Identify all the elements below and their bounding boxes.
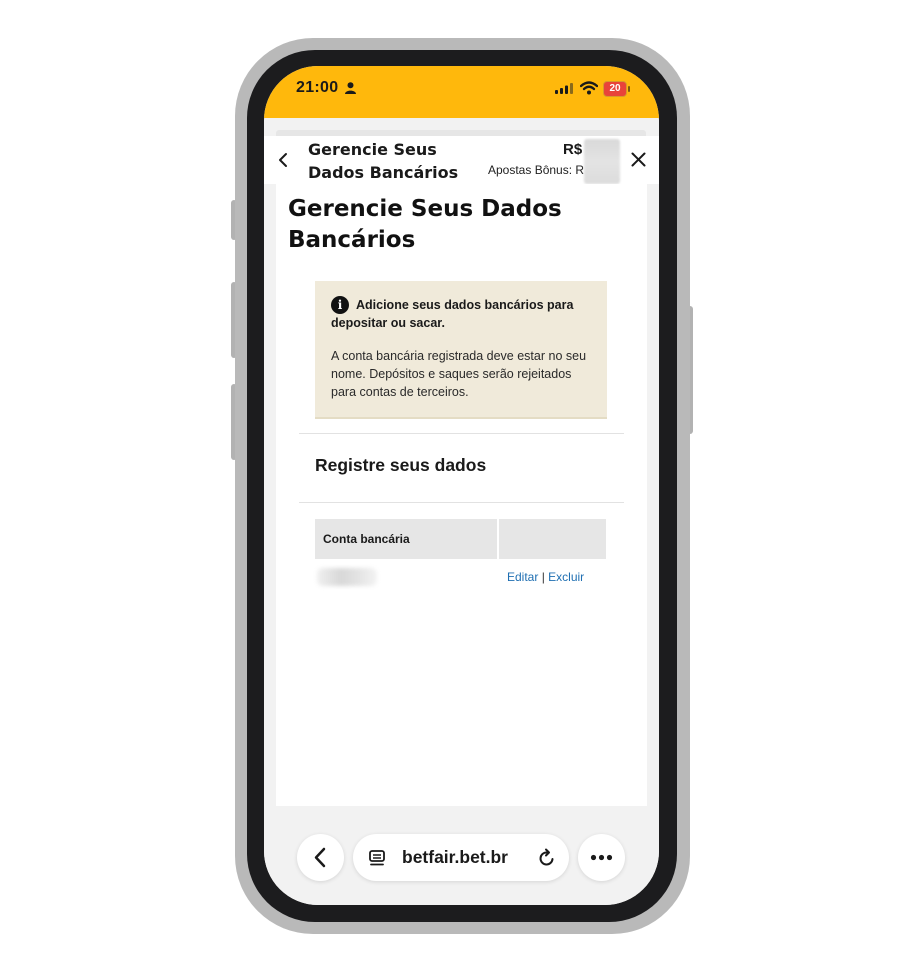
wifi-icon [580, 81, 598, 95]
page-title: Gerencie Seus Dados Bancários [288, 196, 562, 253]
table-row-actions: Editar | Excluir [507, 570, 584, 584]
delete-link[interactable]: Excluir [548, 570, 584, 584]
device-mockup: 21:00 20 Gerencie Seus Dados Bancários R… [0, 0, 924, 972]
info-notice: Adicione seus dados bancários para depos… [315, 281, 607, 419]
person-icon [345, 82, 356, 94]
battery-icon: 20 [603, 81, 630, 97]
web-header: Gerencie Seus Dados Bancários R$ Apostas… [264, 136, 659, 184]
chevron-left-icon[interactable] [278, 152, 288, 168]
divider [299, 433, 624, 434]
close-icon[interactable] [631, 152, 646, 167]
chevron-left-icon [314, 847, 326, 868]
column-header-actions [499, 519, 606, 559]
address-bar[interactable]: betfair.bet.br [353, 834, 569, 881]
header-title: Gerencie Seus Dados Bancários [308, 140, 459, 182]
balance-label: R$ [563, 141, 583, 158]
reader-mode-icon[interactable] [368, 849, 386, 867]
bank-account-table-header: Conta bancária [315, 519, 606, 559]
info-body: A conta bancária registrada deve estar n… [331, 349, 587, 399]
status-time: 21:00 [296, 79, 339, 96]
status-bar: 21:00 20 [264, 66, 659, 118]
edit-link[interactable]: Editar [507, 570, 538, 584]
bonus-label: Apostas Bônus: R [488, 163, 585, 177]
url-text[interactable]: betfair.bet.br [402, 847, 508, 868]
masked-balance [584, 139, 620, 184]
column-header-account: Conta bancária [315, 519, 497, 559]
reload-icon[interactable] [537, 848, 557, 868]
browser-back-button[interactable] [297, 834, 344, 881]
info-icon: i [331, 296, 349, 314]
action-separator: | [541, 570, 545, 584]
phone-screen: 21:00 20 Gerencie Seus Dados Bancários R… [264, 66, 659, 905]
section-title: Registre seus dados [315, 455, 487, 475]
more-horizontal-icon [590, 854, 613, 861]
divider [299, 502, 624, 503]
more-options-button[interactable] [578, 834, 625, 881]
masked-account-value [317, 568, 377, 586]
main-content: Gerencie Seus Dados Bancários Adicione s… [276, 184, 647, 806]
browser-toolbar: betfair.bet.br [264, 818, 659, 905]
cellular-signal-icon [555, 83, 573, 94]
info-heading: Adicione seus dados bancários para depos… [331, 298, 574, 330]
